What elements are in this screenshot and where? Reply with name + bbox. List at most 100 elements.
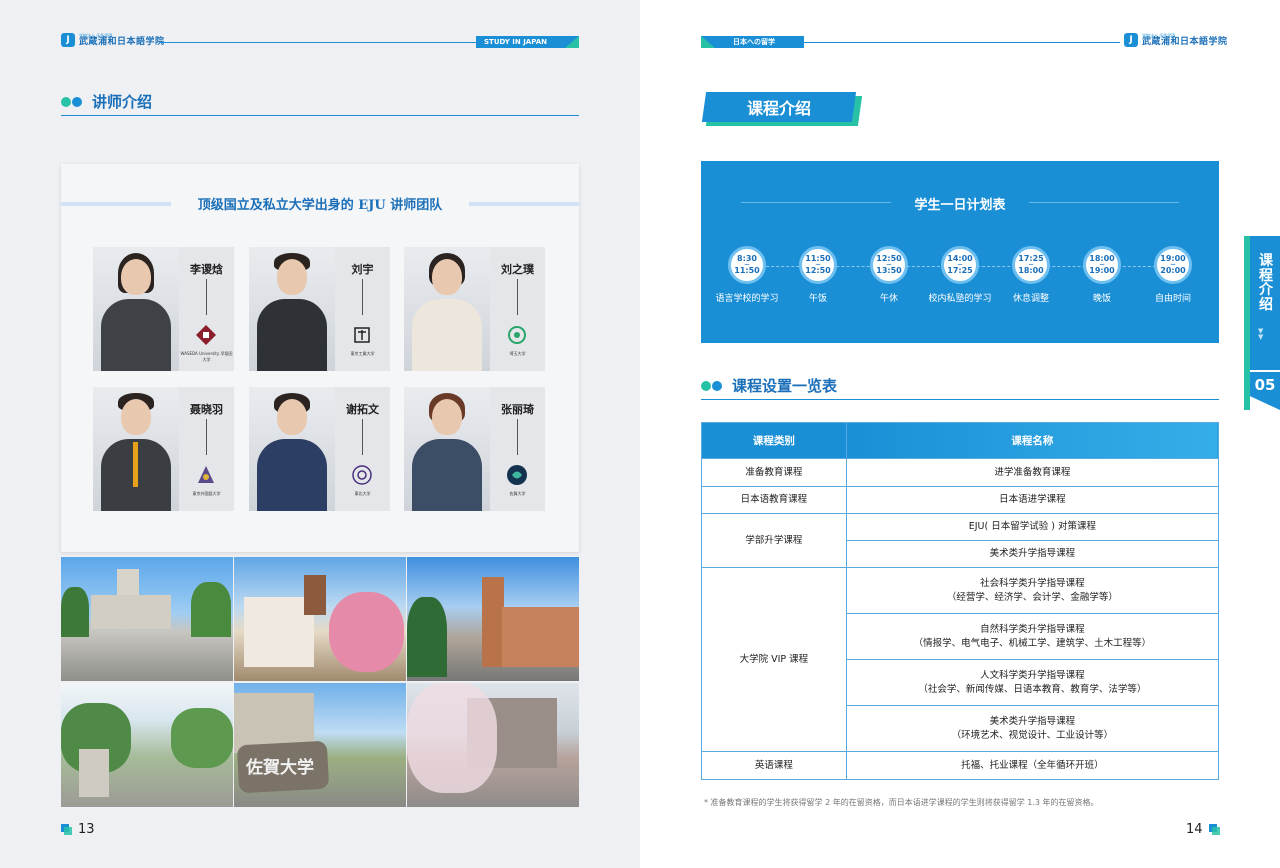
teacher-card: 刘之璞 埼玉大学 [404, 247, 545, 371]
university-emblem-icon [198, 466, 214, 483]
schedule-time-badge: 8:30—11:50 [728, 246, 766, 284]
side-tab-arrows-icon: ▼ ▼ [1258, 327, 1264, 341]
table-cell-course: 美术类升学指导课程 （环境艺术、视觉设计、工业设计等） [845, 705, 1220, 752]
schedule-end-time: 18:00 [1018, 266, 1044, 275]
teacher-photo [249, 387, 335, 511]
teacher-university: 東北大学 [354, 491, 371, 496]
university-emblem-icon [354, 327, 370, 343]
side-tab-text: 课程介绍 [1259, 253, 1273, 314]
section-dots-icon [61, 96, 82, 107]
page-number-right: 14 [1186, 822, 1220, 837]
table-cell-course: 社会科学类升学指导课程 （经营学、经济学、会计学、金融学等） [845, 567, 1220, 614]
campus-photo [61, 557, 233, 681]
course-detail: （社会学、新闻传媒、日语本教育、教育学、法学等） [918, 683, 1147, 695]
campus-photo [407, 557, 579, 681]
table-header-category: 课程类别 [701, 422, 847, 459]
section-title-text: 讲师介绍 [92, 93, 153, 111]
university-emblem-icon [352, 465, 372, 485]
course-intro-title: 课程介绍 [746, 99, 811, 118]
page-number-left: 13 [61, 822, 95, 837]
teacher-university: 埼玉大学 [509, 351, 526, 356]
teacher-photo [93, 387, 179, 511]
header-tag-text: 日本への留学 [733, 38, 775, 46]
logo-main-text: 武蔵浦和日本語学院 [79, 36, 165, 47]
header-tag-corner [701, 36, 715, 48]
teacher-name: 李谡焓 [190, 263, 223, 276]
table-row: 准备教育课程 进学准备教育课程 [701, 458, 1220, 487]
header-tag-corner [565, 36, 579, 48]
table-cell-course: 托福、托业课程（全年循环开班） [845, 751, 1220, 780]
logo-mark-icon: J [1124, 33, 1138, 47]
header-tag: 日本への留学 [701, 36, 804, 48]
logo-mark-icon: J [61, 33, 75, 47]
campus-photo: 佐賀大学 [234, 683, 406, 807]
side-tab-number: 05 [1254, 376, 1276, 394]
section-title-text: 课程设置一览表 [732, 377, 838, 395]
university-emblem-icon [507, 465, 527, 485]
teacher-photo [404, 247, 490, 371]
header-rule [160, 42, 476, 43]
teacher-name: 刘之璞 [501, 263, 534, 276]
schedule-end-time: 17:25 [947, 266, 973, 275]
header-tag-text: STUDY IN JAPAN [484, 38, 547, 46]
schedule-time-badge: 19:00—20:00 [1154, 246, 1192, 284]
schedule-time-badge: 12:50—13:50 [870, 246, 908, 284]
table-cell-category: 学部升学课程 [701, 513, 847, 568]
university-emblem-icon [196, 325, 216, 345]
schedule-label: 自由时间 [1154, 294, 1191, 304]
teachers-card-title: 顶级国立及私立大学出身的 EJU 讲师团队 [61, 194, 579, 213]
schedule-end-time: 19:00 [1089, 266, 1115, 275]
schedule-end-time: 11:50 [734, 266, 760, 275]
teacher-photo [404, 387, 490, 511]
schedule-end-time: 13:50 [876, 266, 902, 275]
schedule-time-badge: 18:00—19:00 [1083, 246, 1121, 284]
campus-photo [407, 683, 579, 807]
table-row: 大学院 VIP 课程 社会科学类升学指导课程 （经营学、经济学、会计学、金融学等… [701, 567, 1220, 752]
schedule-time-badge: 11:50—12:50 [799, 246, 837, 284]
table-header-course: 课程名称 [845, 422, 1220, 459]
teacher-university: 東京工業大学 [350, 351, 375, 356]
section-title-courses: 课程设置一览表 [701, 375, 837, 396]
course-name: 社会科学类升学指导课程 [980, 578, 1085, 590]
page-number-icon [61, 824, 72, 835]
table-cell-course: 进学准备教育课程 [845, 458, 1220, 487]
section-title-teachers: 讲师介绍 [61, 91, 152, 112]
course-table: 课程类别 课程名称 准备教育课程 进学准备教育课程 日本语教育课程 日本语进学课… [701, 422, 1220, 780]
table-header-row: 课程类别 课程名称 [701, 422, 1220, 459]
teacher-university: WASEDA University 早稲田大学 [180, 351, 233, 362]
teacher-card: 谢拓文 東北大学 [249, 387, 390, 511]
table-cell-course: 自然科学类升学指导课程 （情报学、电气电子、机械工学、建筑学、土木工程等） [845, 613, 1220, 660]
section-underline [61, 115, 579, 116]
table-footnote: * 准备教育课程的学生将获得留学 2 年的在留资格，而日本语进学课程的学生则将获… [704, 798, 1099, 807]
teacher-photo [249, 247, 335, 371]
teacher-name: 谢拓文 [346, 403, 379, 416]
teacher-name: 张丽琦 [501, 403, 534, 416]
campus-photo [234, 557, 406, 681]
teacher-photo [93, 247, 179, 371]
teachers-card: 顶级国立及私立大学出身的 EJU 讲师团队 李谡焓 WASEDA Univers… [61, 164, 579, 552]
course-intro-ribbon: 课程介绍 [701, 92, 863, 126]
table-row: 学部升学课程 EJU( 日本留学试验 ) 对策课程 [701, 513, 1220, 568]
table-cell-course: 日本语进学课程 [845, 486, 1220, 514]
teacher-university: 佐賀大学 [509, 491, 526, 496]
table-cell-course: 美术类升学指导课程 [845, 540, 1220, 568]
course-name: 人文科学类升学指导课程 [980, 670, 1085, 682]
chapter-side-tab[interactable]: 课程介绍 ▼ ▼ 05 [1244, 236, 1280, 410]
teacher-name: 聂晓羽 [190, 403, 223, 416]
section-dots-icon [701, 380, 722, 391]
course-name: 美术类升学指导课程 [989, 716, 1076, 728]
table-cell-category: 大学院 VIP 课程 [701, 567, 847, 752]
table-row: 英语课程 托福、托业课程（全年循环开班） [701, 751, 1220, 780]
school-logo: J 学校法人 千条学園 武蔵浦和日本語学院 [1124, 33, 1228, 47]
daily-schedule: 学生一日计划表 8:30—11:50 语言学校的学习 11:50—12:50 午饭 12… [701, 161, 1219, 343]
table-cell-category: 英语课程 [701, 751, 847, 780]
schedule-title: 学生一日计划表 [914, 198, 1006, 213]
teacher-card: 聂晓羽 東京外国語大学 [93, 387, 234, 511]
school-logo: J 学校法人 千条学園 武蔵浦和日本語学院 [61, 33, 165, 47]
teachers-card-title-text: 顶级国立及私立大学出身的 EJU 讲师团队 [197, 198, 443, 213]
teacher-card: 李谡焓 WASEDA University 早稲田大学 [93, 247, 234, 371]
course-detail: （经营学、经济学、会计学、金融学等） [946, 591, 1118, 603]
teacher-card: 刘宇 東京工業大学 [249, 247, 390, 371]
schedule-time-badge: 17:25—18:00 [1012, 246, 1050, 284]
table-row: 日本语教育课程 日本语进学课程 [701, 486, 1220, 514]
